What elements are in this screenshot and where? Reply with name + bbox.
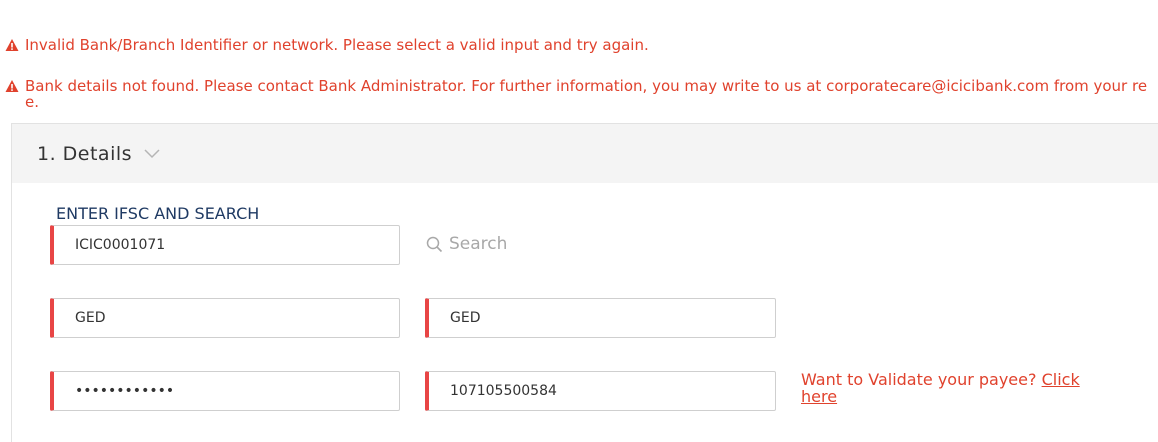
ifsc-input[interactable] (54, 226, 399, 264)
confirm-account-number-field[interactable] (425, 371, 776, 411)
account-number-input[interactable] (54, 372, 399, 410)
error-message-bank-not-found: Bank details not found. Please contact B… (5, 78, 1158, 110)
details-panel-header[interactable]: 1. Details (12, 124, 1158, 183)
payee-nickname-input[interactable] (429, 299, 775, 337)
error-message-invalid-bank: Invalid Bank/Branch Identifier or networ… (5, 37, 649, 53)
section-label: ENTER IFSC AND SEARCH (56, 204, 260, 223)
error-text: Invalid Bank/Branch Identifier or networ… (25, 36, 649, 54)
confirm-account-number-input[interactable] (429, 372, 775, 410)
warning-icon (5, 80, 19, 92)
validate-payee-prompt: Want to Validate your payee? Click here (801, 371, 1091, 405)
payee-details-page: Invalid Bank/Branch Identifier or networ… (0, 0, 1158, 442)
search-icon (426, 236, 443, 252)
account-number-field[interactable] (50, 371, 400, 411)
search-label: Search (449, 234, 508, 254)
error-text: Bank details not found. Please contact B… (25, 77, 1148, 111)
chevron-down-icon[interactable] (144, 148, 160, 159)
payee-name-input[interactable] (54, 299, 399, 337)
panel-title: 1. Details (37, 142, 133, 165)
search-button[interactable]: Search (426, 234, 507, 254)
warning-icon (5, 39, 19, 51)
ifsc-field[interactable] (50, 225, 400, 265)
payee-nickname-field[interactable] (425, 298, 776, 338)
payee-name-field[interactable] (50, 298, 400, 338)
